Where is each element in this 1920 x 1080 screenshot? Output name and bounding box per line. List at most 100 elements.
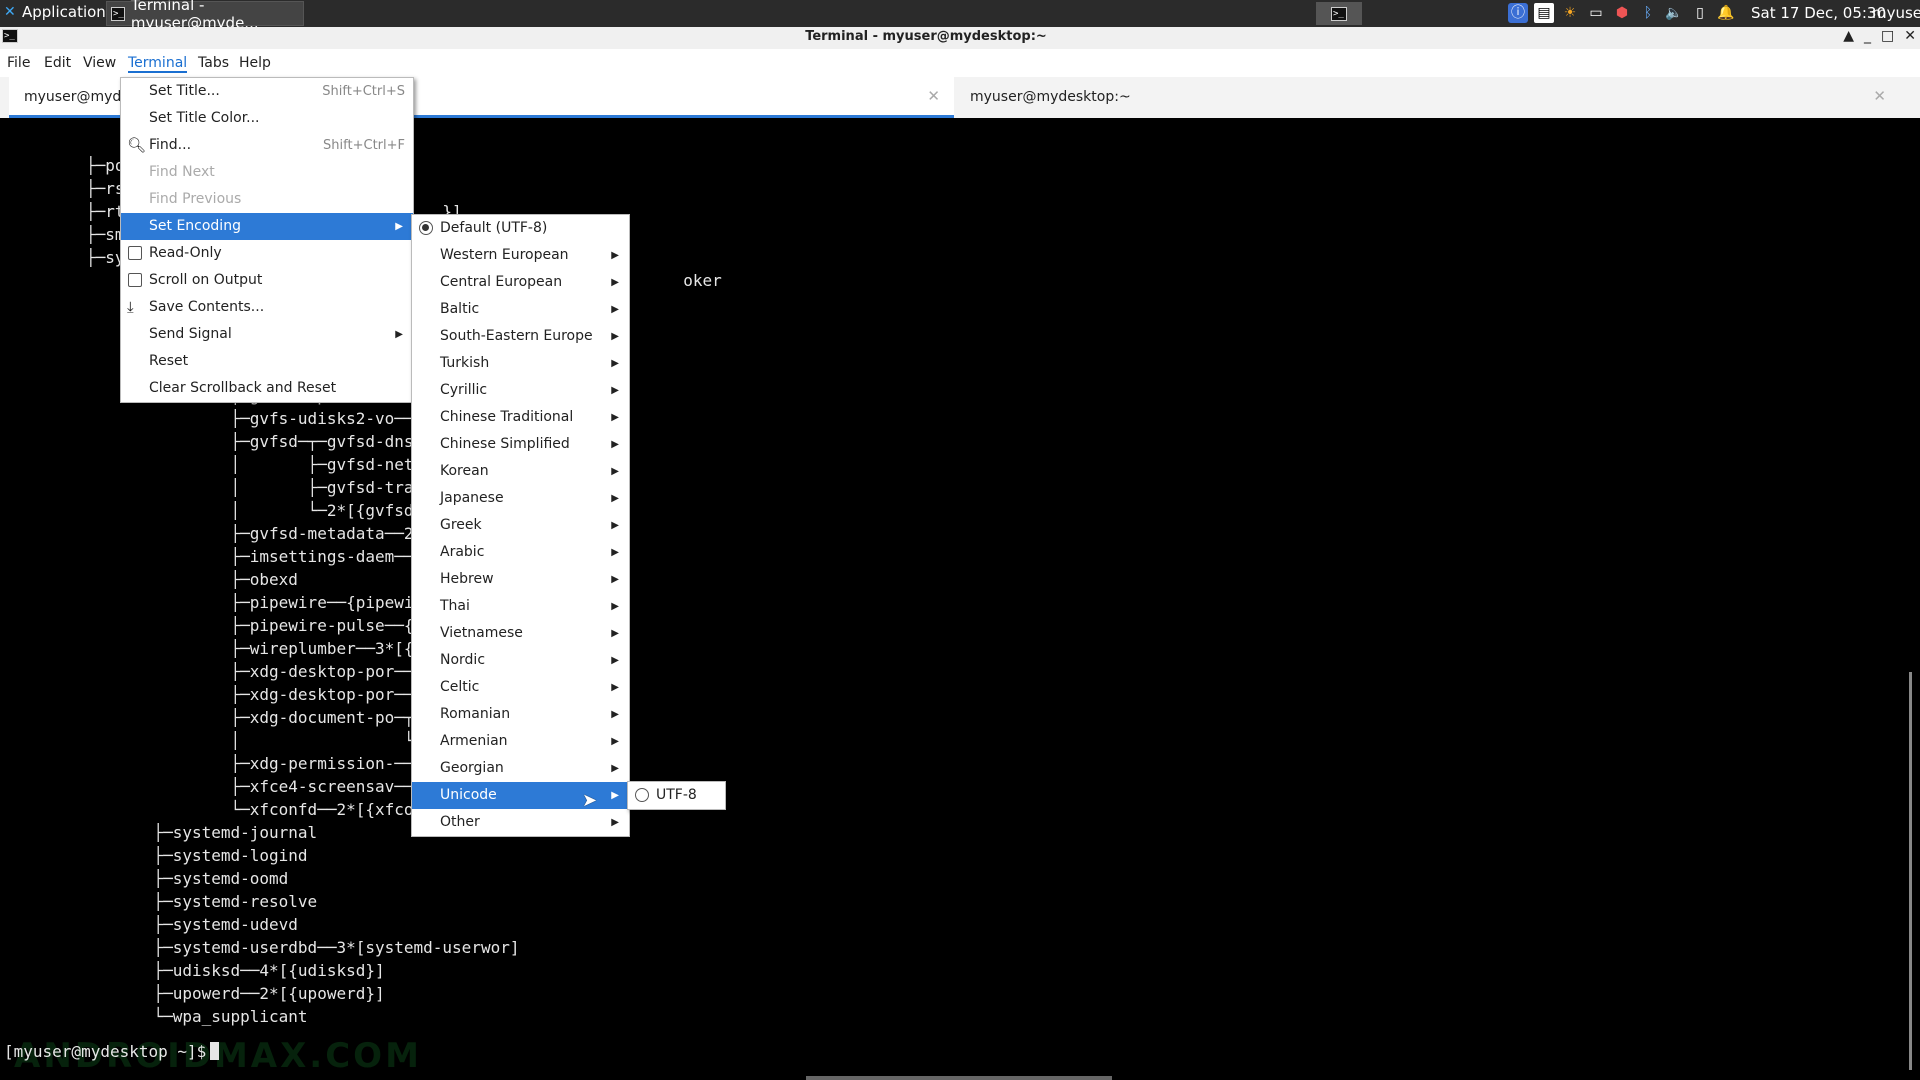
scrollbar-thumb[interactable] xyxy=(1909,672,1912,1070)
menu-file[interactable]: File xyxy=(7,55,30,71)
encoding-item-japanese[interactable]: Japanese ▶ xyxy=(412,485,629,512)
firewall-icon[interactable]: ⬢ xyxy=(1612,3,1632,23)
submenu-arrow-icon: ▶ xyxy=(611,493,619,504)
menu-view[interactable]: View xyxy=(83,55,116,71)
terminal-line: └─wpa_supplicant xyxy=(86,1007,308,1026)
menu-item-save-contents[interactable]: ⤓ Save Contents... xyxy=(121,294,413,321)
display-icon[interactable]: ▭ xyxy=(1586,3,1606,23)
encoding-item-korean[interactable]: Korean ▶ xyxy=(412,458,629,485)
menu-edit[interactable]: Edit xyxy=(44,55,71,71)
terminal-line: │ ├─gvfsd-trash xyxy=(86,478,433,497)
window-titlebar[interactable]: >_ Terminal - myuser@mydesktop:~ ▲ _ □ ✕ xyxy=(0,27,1920,50)
menu-item-find[interactable]: 🔍︎ Find... Shift+Ctrl+F xyxy=(121,132,413,159)
terminal-menu: Set Title... Shift+Ctrl+S Set Title Color… xyxy=(120,77,414,403)
terminal-line: ├─systemd-userdbd──3*[systemd-userwor] xyxy=(86,938,520,957)
text-cursor xyxy=(210,1042,220,1060)
menu-item-reset[interactable]: Reset xyxy=(121,348,413,375)
terminal-line: │ ├─gvfsd-network xyxy=(86,455,453,474)
clipboard-icon[interactable]: ▤ xyxy=(1534,3,1554,23)
menu-item-set-title-color[interactable]: Set Title Color... xyxy=(121,105,413,132)
maximize-button[interactable]: □ xyxy=(1881,28,1894,44)
clock[interactable]: Sat 17 Dec, 05:30 xyxy=(1751,4,1886,22)
terminal-line: ├─systemd-journal xyxy=(86,823,318,842)
menu-item-read-only[interactable]: Read-Only xyxy=(121,240,413,267)
menu-item-set-encoding[interactable]: Set Encoding ▶ xyxy=(121,213,413,240)
encoding-item-western-european[interactable]: Western European ▶ xyxy=(412,242,629,269)
terminal-line: ├─pipewire-pulse──{pip xyxy=(86,616,443,635)
close-window-button[interactable]: ✕ xyxy=(1904,28,1916,44)
submenu-arrow-icon: ▶ xyxy=(611,439,619,450)
terminal-line: └─xfconfd──2*[{xfconfd xyxy=(86,800,443,819)
encoding-item-chinese-traditional[interactable]: Chinese Traditional ▶ xyxy=(412,404,629,431)
terminal-line: ├─xfce4-screensav──2*[ xyxy=(86,777,443,796)
encoding-item-chinese-simplified[interactable]: Chinese Simplified ▶ xyxy=(412,431,629,458)
network-manager-icon[interactable]: ⓘ xyxy=(1508,3,1528,23)
submenu-arrow-icon: ▶ xyxy=(611,304,619,315)
submenu-arrow-icon: ▶ xyxy=(611,520,619,531)
checkbox-icon[interactable] xyxy=(128,273,142,287)
submenu-arrow-icon: ▶ xyxy=(611,790,619,801)
submenu-arrow-icon: ▶ xyxy=(611,331,619,342)
tab-label: myuser@mydesktop:~ xyxy=(970,89,1131,105)
shade-button[interactable]: ▲ xyxy=(1843,28,1854,44)
encoding-item-baltic[interactable]: Baltic ▶ xyxy=(412,296,629,323)
encoding-item-arabic[interactable]: Arabic ▶ xyxy=(412,539,629,566)
close-tab-icon[interactable]: ✕ xyxy=(927,87,940,105)
encoding-item-other[interactable]: Other ▶ xyxy=(412,809,629,836)
menu-item-set-title[interactable]: Set Title... Shift+Ctrl+S xyxy=(121,78,413,105)
menu-item-find-next: Find Next xyxy=(149,164,215,180)
submenu-arrow-icon: ▶ xyxy=(395,329,403,340)
terminal-line: ├─pipewire──{pipewire} xyxy=(86,593,443,612)
terminal-line: ├─gvfsd─┬─gvfsd-dnssd xyxy=(86,432,433,451)
mouse-pointer-icon: ➤ xyxy=(582,790,598,811)
menu-item-utf8[interactable]: UTF-8 xyxy=(628,782,725,809)
encoding-item-central-european[interactable]: Central European ▶ xyxy=(412,269,629,296)
encoding-item-cyrillic[interactable]: Cyrillic ▶ xyxy=(412,377,629,404)
taskbar-terminal-button[interactable]: >_ Terminal - myuser@myde... xyxy=(106,0,304,32)
encoding-item-thai[interactable]: Thai ▶ xyxy=(412,593,629,620)
checkbox-icon[interactable] xyxy=(128,246,142,260)
radio-selected-icon[interactable] xyxy=(419,221,433,235)
applications-menu-button[interactable]: ✕ Applications ⁝ xyxy=(4,3,122,21)
menu-item-send-signal[interactable]: Send Signal ▶ xyxy=(121,321,413,348)
submenu-arrow-icon: ▶ xyxy=(611,412,619,423)
menu-help[interactable]: Help xyxy=(239,55,271,71)
terminal-line: ├─systemd-logind xyxy=(86,846,308,865)
menu-tabs[interactable]: Tabs xyxy=(198,55,229,71)
terminal-line: │ └─7*[ xyxy=(86,731,453,750)
encoding-item-armenian[interactable]: Armenian ▶ xyxy=(412,728,629,755)
menu-terminal[interactable]: Terminal xyxy=(128,55,188,73)
encoding-item-nordic[interactable]: Nordic ▶ xyxy=(412,647,629,674)
encoding-item-greek[interactable]: Greek ▶ xyxy=(412,512,629,539)
battery-icon[interactable]: ▯ xyxy=(1690,3,1710,23)
encoding-item-hebrew[interactable]: Hebrew ▶ xyxy=(412,566,629,593)
weather-icon[interactable]: ☀ xyxy=(1560,3,1580,23)
submenu-arrow-icon: ▶ xyxy=(611,601,619,612)
encoding-item-celtic[interactable]: Celtic ▶ xyxy=(412,674,629,701)
encoding-item-turkish[interactable]: Turkish ▶ xyxy=(412,350,629,377)
submenu-arrow-icon: ▶ xyxy=(395,221,403,232)
terminal-line: ├─po xyxy=(86,156,125,175)
encoding-item-vietnamese[interactable]: Vietnamese ▶ xyxy=(412,620,629,647)
notification-bell-icon[interactable]: 🔔 xyxy=(1716,3,1736,23)
search-icon: 🔍︎ xyxy=(127,136,147,154)
encoding-item-georgian[interactable]: Georgian ▶ xyxy=(412,755,629,782)
menu-item-scroll-on-output[interactable]: Scroll on Output xyxy=(121,267,413,294)
shell-prompt[interactable]: [myuser@mydesktop ~]$ xyxy=(4,1042,220,1061)
workspace-button[interactable]: >_ xyxy=(1316,2,1362,25)
encoding-item-default-utf-8[interactable]: Default (UTF-8) xyxy=(412,215,629,242)
encoding-item-south-eastern-europe[interactable]: South-Eastern Europe ▶ xyxy=(412,323,629,350)
menu-item-clear-scrollback-reset[interactable]: Clear Scrollback and Reset xyxy=(121,375,413,402)
close-tab-icon[interactable]: ✕ xyxy=(1873,87,1886,105)
volume-icon[interactable]: 🔈 xyxy=(1664,3,1684,23)
submenu-arrow-icon: ▶ xyxy=(611,466,619,477)
encoding-item-romanian[interactable]: Romanian ▶ xyxy=(412,701,629,728)
bluetooth-icon[interactable]: ᛒ xyxy=(1638,3,1658,23)
submenu-arrow-icon: ▶ xyxy=(611,574,619,585)
minimize-button[interactable]: _ xyxy=(1864,28,1871,44)
radio-icon[interactable] xyxy=(635,788,649,802)
tab-2[interactable]: myuser@mydesktop:~ ✕ xyxy=(955,77,1900,118)
submenu-arrow-icon: ▶ xyxy=(611,655,619,666)
user-menu[interactable]: myuser xyxy=(1872,4,1920,22)
submenu-arrow-icon: ▶ xyxy=(611,358,619,369)
